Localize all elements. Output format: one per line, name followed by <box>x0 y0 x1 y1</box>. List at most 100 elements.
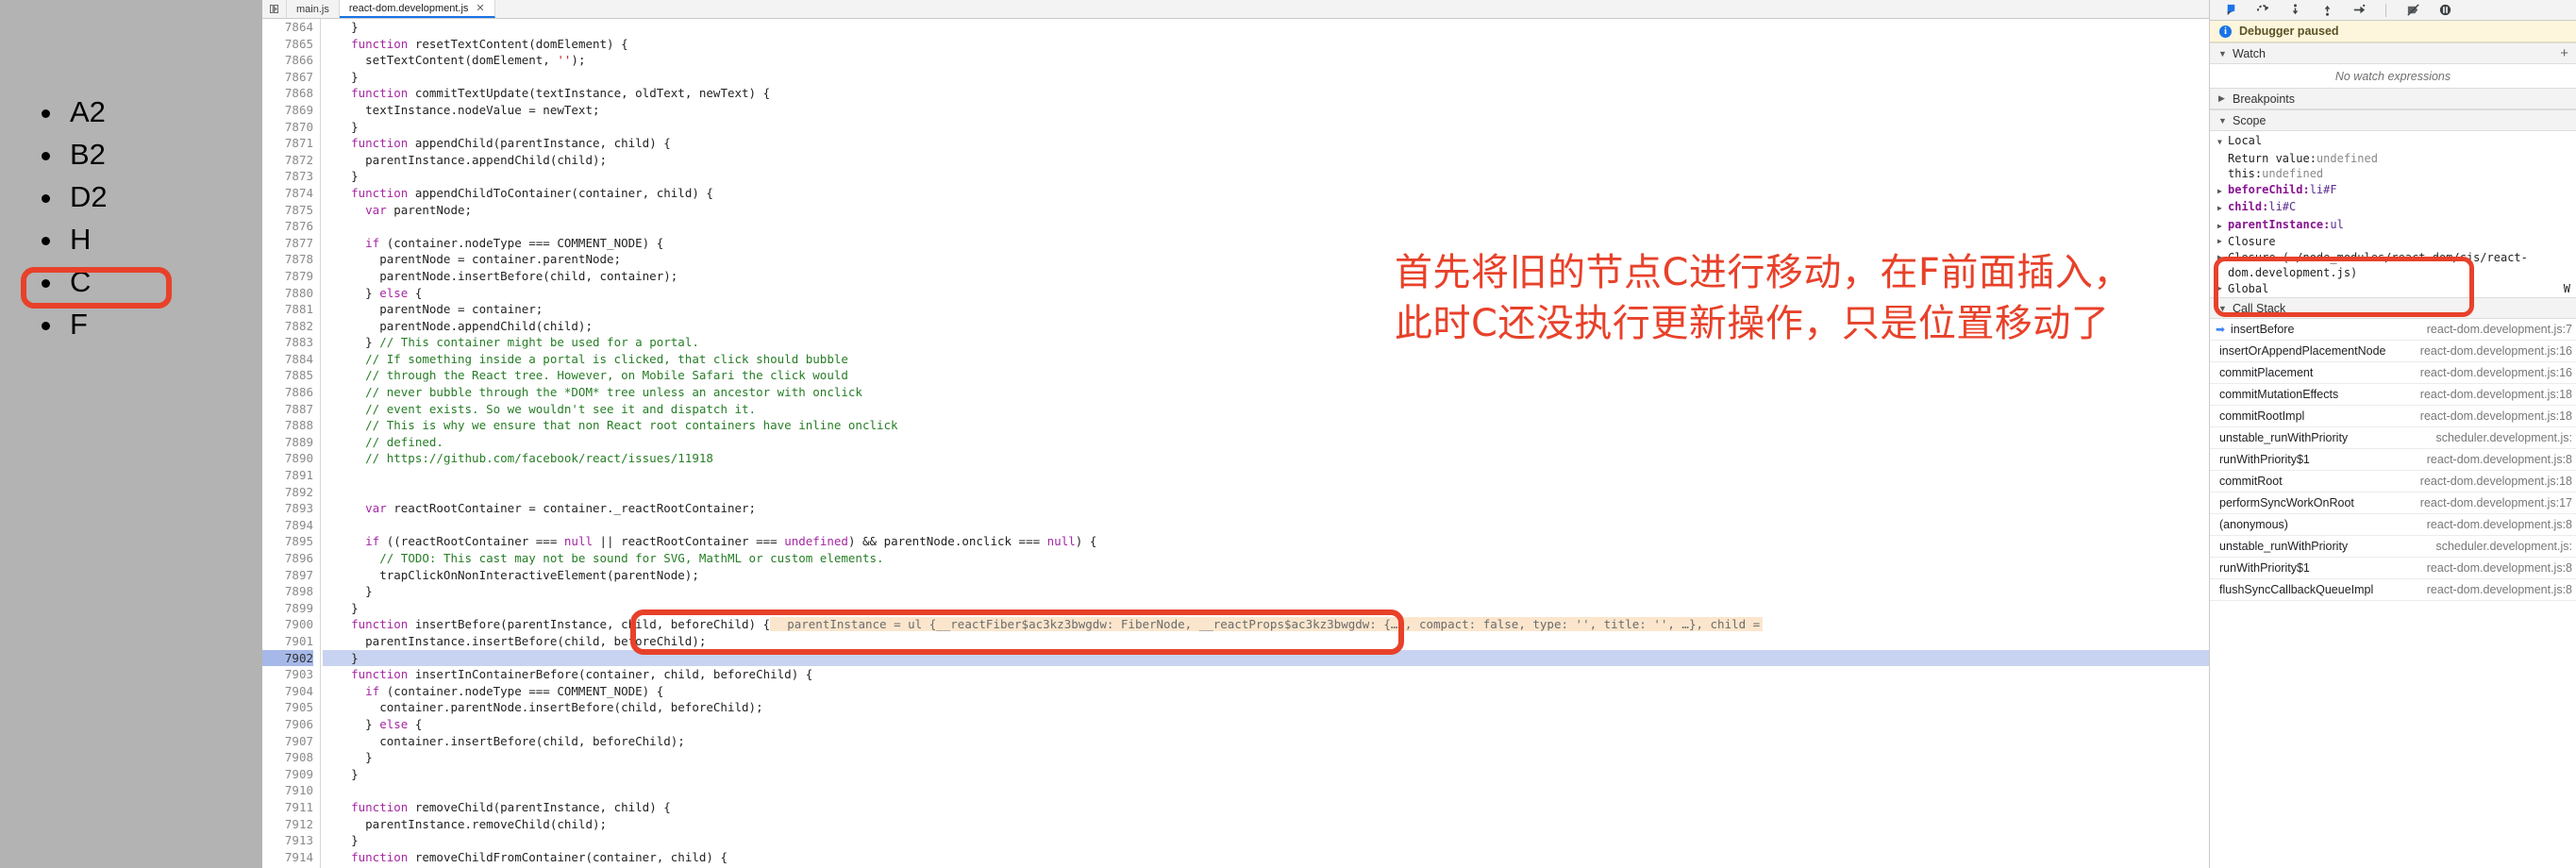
line-number[interactable]: 7910 <box>262 782 313 799</box>
line-number[interactable]: 7884 <box>262 351 313 368</box>
line-number[interactable]: 7898 <box>262 583 313 600</box>
call-stack-section-header[interactable]: ▼ Call Stack <box>2210 297 2576 319</box>
call-stack-frame[interactable]: unstable_runWithPriority scheduler.develo… <box>2210 536 2576 558</box>
step-out-of-current-function-icon[interactable] <box>2319 3 2334 18</box>
call-stack-frame[interactable]: unstable_runWithPriority scheduler.develo… <box>2210 427 2576 449</box>
call-stack-frame[interactable]: performSyncWorkOnRoot react-dom.developme… <box>2210 492 2576 514</box>
code-line[interactable]: } <box>323 168 2209 185</box>
line-number[interactable]: 7907 <box>262 733 313 750</box>
chevron-right-icon[interactable]: ▶ <box>2217 219 2228 235</box>
line-number[interactable]: 7906 <box>262 716 313 733</box>
watch-section-header[interactable]: ▼ Watch + <box>2210 42 2576 64</box>
line-number[interactable]: 7912 <box>262 816 313 833</box>
line-number[interactable]: 7913 <box>262 832 313 849</box>
chevron-right-icon[interactable]: ▶ <box>2217 281 2228 297</box>
code-line[interactable]: } <box>323 69 2209 86</box>
code-line[interactable]: } <box>323 119 2209 136</box>
line-number[interactable]: 7870 <box>262 119 313 136</box>
call-stack-frame[interactable]: flushSyncCallbackQueueImpl react-dom.deve… <box>2210 579 2576 601</box>
code-line[interactable]: } <box>323 766 2209 783</box>
code-line[interactable]: } <box>323 649 2209 667</box>
line-number[interactable]: 7868 <box>262 85 313 102</box>
line-number[interactable]: 7903 <box>262 666 313 683</box>
code-line[interactable]: // defined. <box>323 434 2209 451</box>
call-stack-frame[interactable]: insertOrAppendPlacementNode react-dom.dev… <box>2210 341 2576 362</box>
code-line[interactable]: } <box>323 600 2209 617</box>
code-line[interactable]: if (container.nodeType === COMMENT_NODE)… <box>323 683 2209 700</box>
line-number[interactable]: 7869 <box>262 102 313 119</box>
line-number[interactable]: 7878 <box>262 251 313 268</box>
code-content[interactable]: } function resetTextContent(domElement) … <box>321 19 2209 868</box>
call-stack-frame[interactable]: ➡ insertBefore react-dom.development.js:7 <box>2210 319 2576 341</box>
scope-variable-row[interactable]: Return value: undefined <box>2216 151 2576 167</box>
line-number[interactable]: 7901 <box>262 633 313 650</box>
line-number[interactable]: 7886 <box>262 384 313 401</box>
code-line[interactable]: // If something inside a portal is click… <box>323 351 2209 368</box>
code-line[interactable] <box>323 782 2209 799</box>
line-number[interactable]: 7871 <box>262 135 313 152</box>
scope-section-header[interactable]: ▼ Scope <box>2210 109 2576 131</box>
line-number[interactable]: 7883 <box>262 334 313 351</box>
code-line[interactable]: function removeChildFromContainer(contai… <box>323 849 2209 866</box>
line-number[interactable]: 7911 <box>262 799 313 816</box>
chevron-right-icon[interactable]: ▶ <box>2217 250 2228 266</box>
line-number[interactable]: 7897 <box>262 567 313 584</box>
scope-variable-row[interactable]: ▶ parentInstance: ul <box>2216 217 2576 235</box>
scope-local-group[interactable]: ▼ Local <box>2216 133 2576 151</box>
line-number[interactable]: 7891 <box>262 467 313 484</box>
code-line[interactable]: function commitTextUpdate(textInstance, … <box>323 85 2209 102</box>
code-editor[interactable]: 7864 7865 7866 7867 7868 7869 7870 7871 7872 7873… <box>262 19 2209 868</box>
code-line[interactable]: parentInstance.appendChild(child); <box>323 152 2209 169</box>
code-line[interactable]: } else { <box>323 716 2209 733</box>
scope-group-row[interactable]: ▶ Closure (./node_modules/react-dom/cjs/r… <box>2216 250 2576 281</box>
line-number[interactable]: 7908 <box>262 749 313 766</box>
scope-group-row[interactable]: ▶ Global W <box>2216 281 2576 297</box>
line-number[interactable]: 7899 <box>262 600 313 617</box>
line-number[interactable]: 7887 <box>262 401 313 418</box>
line-number[interactable]: 7904 <box>262 683 313 700</box>
line-number[interactable]: 7876 <box>262 218 313 235</box>
line-number[interactable]: 7894 <box>262 517 313 534</box>
code-line[interactable]: } <box>323 583 2209 600</box>
call-stack-frame[interactable]: runWithPriority$1 react-dom.development.j… <box>2210 449 2576 471</box>
breakpoints-section-header[interactable]: ▶ Breakpoints <box>2210 88 2576 109</box>
chevron-right-icon[interactable]: ▶ <box>2217 234 2228 250</box>
line-number[interactable]: 7875 <box>262 202 313 219</box>
chevron-right-icon[interactable]: ▶ <box>2217 201 2228 217</box>
scope-group-row[interactable]: ▶ Closure <box>2216 234 2576 250</box>
line-number[interactable]: 7881 <box>262 301 313 318</box>
line-number[interactable]: 7890 <box>262 450 313 467</box>
code-line[interactable]: } <box>323 832 2209 849</box>
scope-variable-row[interactable]: ▶ beforeChild: li#F <box>2216 182 2576 200</box>
call-stack-frame[interactable]: commitRoot react-dom.development.js:18 <box>2210 471 2576 492</box>
code-line[interactable]: // TODO: This cast may not be sound for … <box>323 550 2209 567</box>
code-line[interactable]: trapClickOnNonInteractiveElement(parentN… <box>323 567 2209 584</box>
line-number[interactable]: 7874 <box>262 185 313 202</box>
call-stack-frame[interactable]: commitMutationEffects react-dom.developme… <box>2210 384 2576 406</box>
code-line[interactable]: parentInstance.insertBefore(child, befor… <box>323 633 2209 650</box>
code-line[interactable]: } <box>323 749 2209 766</box>
code-line[interactable]: if ((reactRootContainer === null || reac… <box>323 533 2209 550</box>
resume-script-execution-icon[interactable] <box>2223 3 2238 18</box>
line-number[interactable]: 7895 <box>262 533 313 550</box>
code-line[interactable]: // https://github.com/facebook/react/iss… <box>323 450 2209 467</box>
deactivate-breakpoints-icon[interactable] <box>2405 3 2420 18</box>
tab-navigation-icon[interactable] <box>262 0 287 18</box>
code-line[interactable]: function insertInContainerBefore(contain… <box>323 666 2209 683</box>
code-line[interactable]: // This is why we ensure that non React … <box>323 417 2209 434</box>
code-line[interactable]: function resetTextContent(domElement) { <box>323 36 2209 53</box>
scope-variable-row[interactable]: ▶ child: li#C <box>2216 199 2576 217</box>
line-number[interactable]: 7865 <box>262 36 313 53</box>
call-stack-frame[interactable]: (anonymous) react-dom.development.js:8 <box>2210 514 2576 536</box>
line-number[interactable]: 7882 <box>262 318 313 335</box>
step-into-next-function-call-icon[interactable] <box>2287 3 2302 18</box>
code-line[interactable]: function appendChildToContainer(containe… <box>323 185 2209 202</box>
line-number[interactable]: 7872 <box>262 152 313 169</box>
code-line[interactable]: var reactRootContainer = container._reac… <box>323 500 2209 517</box>
tab-main-js[interactable]: main.js <box>287 0 340 18</box>
code-line[interactable]: container.parentNode.insertBefore(child,… <box>323 699 2209 716</box>
code-line[interactable] <box>323 218 2209 235</box>
line-number[interactable]: 7893 <box>262 500 313 517</box>
code-line[interactable]: } <box>323 19 2209 36</box>
code-line[interactable]: textInstance.nodeValue = newText; <box>323 102 2209 119</box>
